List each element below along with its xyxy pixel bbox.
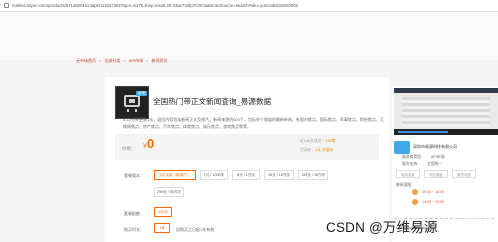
seller-support-value: 全国统一 xyxy=(426,162,443,166)
breadcrumb-separator: > xyxy=(146,58,149,63)
demo-video[interactable] xyxy=(394,88,498,135)
seller-support-row: 服务支持： 全国统一 xyxy=(396,162,442,167)
rating-box: 解决问题 xyxy=(452,170,476,178)
spec-label: 套餐版本： xyxy=(124,173,144,178)
video-titlebar xyxy=(394,88,498,93)
spec-option[interactable]: 299元 / 55万次 xyxy=(154,187,184,197)
breadcrumb-item[interactable]: 新闻资讯 xyxy=(151,58,167,64)
address-bar[interactable]: market.aliyun.com/products/57126001/cmap… xyxy=(0,0,498,12)
seller-support-label: 服务支持： xyxy=(402,162,421,166)
service-hours: 09:00 ~ 18:00 xyxy=(422,190,445,194)
spec-option[interactable]: 1元 / 1000次 xyxy=(200,170,228,180)
rating-box: 响应速度 xyxy=(424,170,448,178)
thumbnail-tag: 新闻 xyxy=(136,91,147,96)
seller-type-row: 服务商类型： API市场 xyxy=(396,155,445,160)
video-progress[interactable] xyxy=(398,131,448,133)
sales-stat: 近180天成交：232笔 xyxy=(300,139,335,144)
breadcrumb-item[interactable]: API市场 xyxy=(129,58,143,64)
activity-stat: 活动价：0元 次量价 xyxy=(300,148,334,153)
activity-value: 0元 次量价 xyxy=(315,148,334,152)
contact-label: 联系客服： xyxy=(396,183,415,187)
seller-type-value: API市场 xyxy=(430,155,445,159)
seller-type-label: 服务商类型： xyxy=(402,155,425,159)
duration-option[interactable]: 1年 xyxy=(154,223,170,233)
spec-option[interactable]: 199元 / 35万次 xyxy=(298,170,328,180)
spec-option[interactable]: 0元试用（新用户） xyxy=(154,170,196,180)
product-description: 5-10分钟更新1次，返回内容包括新闻正文及图片。新闻来源约600个，包括多个频… xyxy=(123,117,384,129)
spec-option[interactable]: 98元 / 15万次 xyxy=(264,170,294,180)
tv-stand-icon xyxy=(127,109,137,112)
service-hours: 14:00 ~ 22:00 xyxy=(422,200,445,204)
price-panel xyxy=(115,134,379,160)
package-option[interactable]: 100次 xyxy=(154,207,172,217)
price-value: 0 xyxy=(147,136,155,151)
video-content xyxy=(402,97,490,127)
url-text[interactable]: market.aliyun.com/products/57126001/cmap… xyxy=(12,3,298,8)
watermark: CSDN @万维易源 xyxy=(326,220,438,235)
sales-label: 近180天成交： xyxy=(300,139,326,143)
product-title: 全国热门带正文新闻查询_易源数据 xyxy=(153,97,272,106)
breadcrumb: 云市场首页 > 全部分类 > API市场 > 新闻资讯 xyxy=(76,58,167,64)
clock-icon xyxy=(412,189,418,195)
package-label: 套餐配额： xyxy=(124,211,144,216)
breadcrumb-item[interactable]: 云市场首页 xyxy=(76,58,96,64)
activity-label: 活动价： xyxy=(300,148,316,152)
breadcrumb-separator: > xyxy=(123,58,126,63)
seller-ratings: 服务态度 响应速度 解决问题 xyxy=(396,170,476,178)
lock-icon xyxy=(4,3,9,8)
header-area xyxy=(0,12,498,60)
price-label: 价格： xyxy=(122,146,136,151)
vendor-logo xyxy=(394,141,410,154)
duration-label: 购买时长： xyxy=(124,227,144,232)
breadcrumb-item[interactable]: 全部分类 xyxy=(104,58,120,64)
sales-value: 232笔 xyxy=(325,139,336,143)
vendor-name[interactable]: 深圳市易源科技有限公司 xyxy=(413,144,457,150)
video-controls[interactable] xyxy=(394,129,498,135)
clock-icon xyxy=(412,199,418,205)
breadcrumb-separator: > xyxy=(99,58,102,63)
duration-note: 自购买之日起1年有效 xyxy=(176,227,215,232)
product-thumbnail: 新闻 xyxy=(115,86,149,119)
rating-box: 服务态度 xyxy=(396,170,420,178)
spec-option[interactable]: 8元 / 1万次 xyxy=(232,170,260,180)
tv-icon xyxy=(124,95,140,107)
